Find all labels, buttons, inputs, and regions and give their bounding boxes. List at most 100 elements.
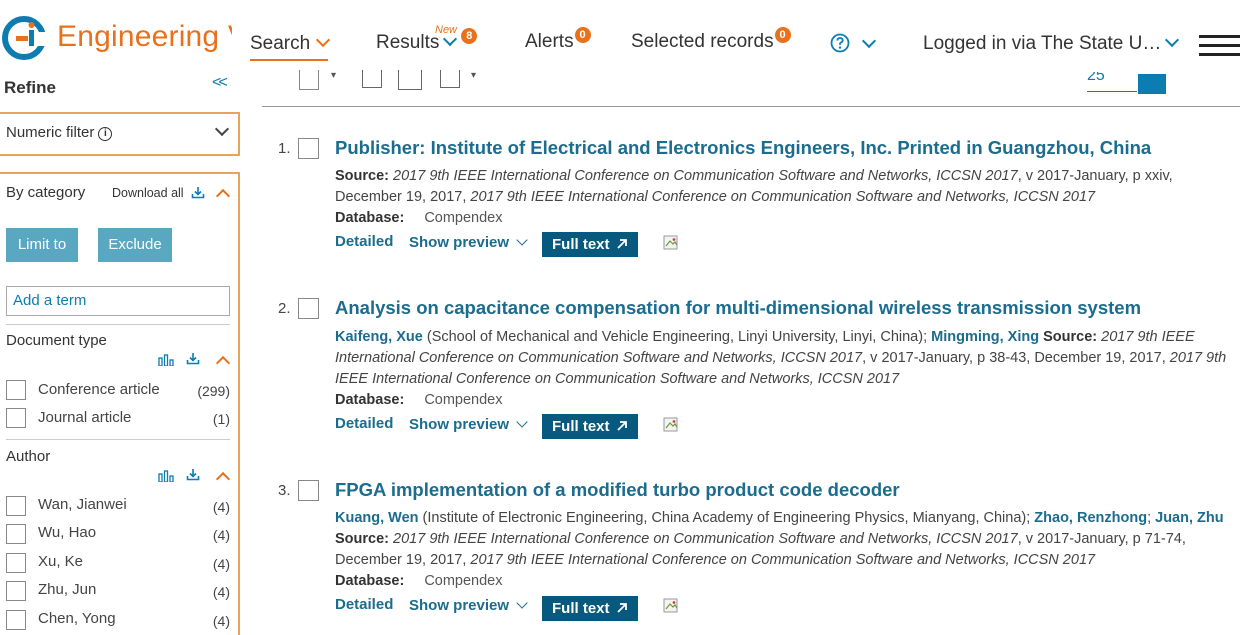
author-link[interactable]: Kuang, Wen <box>335 510 419 526</box>
database-line: Database: Compendex <box>335 392 503 408</box>
source-text: 2017 9th IEEE International Conference o… <box>393 531 1018 547</box>
facet-count: (4) <box>212 613 230 629</box>
facet-label: Xu, Ke <box>38 553 84 570</box>
broken-image-icon <box>663 417 678 432</box>
detailed-link[interactable]: Detailed <box>335 596 393 613</box>
results-badge: 8 <box>461 28 478 44</box>
author-link[interactable]: Juan, Zhu <box>1155 510 1223 526</box>
source-label: Source: <box>1043 329 1098 345</box>
email-icon[interactable] <box>362 70 382 88</box>
show-preview-link[interactable]: Show preview <box>409 234 528 251</box>
download-icon <box>191 187 205 199</box>
show-preview-link[interactable]: Show preview <box>409 597 528 614</box>
author-affiliation: (Institute of Electronic Engineering, Ch… <box>422 510 1031 526</box>
facet-count: (299) <box>197 383 230 399</box>
exclude-button[interactable]: Exclude <box>98 228 172 262</box>
author-link[interactable]: Kaifeng, Xue <box>335 329 423 345</box>
toolbar-divider <box>262 106 1240 107</box>
facet-count: (4) <box>212 499 230 515</box>
full-text-button[interactable]: Full text <box>542 596 638 621</box>
broken-image-icon <box>663 598 678 613</box>
facet-label: Journal article <box>38 409 132 426</box>
category-panel: By category Download all Limit to Exclud… <box>0 172 240 635</box>
journal-article-checkbox[interactable] <box>6 408 26 428</box>
caret-down-icon[interactable]: ▾ <box>331 70 336 90</box>
chevron-up-icon[interactable] <box>215 471 231 487</box>
result-checkbox[interactable] <box>298 298 319 319</box>
author-affiliation: (School of Mechanical and Vehicle Engine… <box>426 329 928 345</box>
author-link[interactable]: Zhao, Renzhong <box>1034 510 1147 526</box>
nav-alerts[interactable]: Alerts 0 <box>525 27 591 53</box>
database-line: Database: Compendex <box>335 573 503 589</box>
top-header: Engineering V Search New Results 8 Alerts… <box>0 0 1240 82</box>
author-checkbox[interactable] <box>6 610 26 630</box>
login-label: Logged in via The State U… <box>923 33 1162 54</box>
download-all-link[interactable]: Download all <box>112 186 205 200</box>
source-text: 2017 9th IEEE International Conference o… <box>393 168 1018 184</box>
selected-badge: 0 <box>774 27 791 43</box>
broken-image-icon <box>663 235 678 250</box>
add-term-input[interactable]: Add a term <box>6 286 230 316</box>
detailed-link[interactable]: Detailed <box>335 233 393 250</box>
result-checkbox[interactable] <box>298 480 319 501</box>
print-icon[interactable] <box>398 70 422 90</box>
result-title[interactable]: Publisher: Institute of Electrical and E… <box>335 137 1151 159</box>
result-title[interactable]: Analysis on capacitance compensation for… <box>335 297 1141 319</box>
alerts-badge: 0 <box>574 27 591 43</box>
engineering-village-logo[interactable]: Engineering V <box>0 14 232 62</box>
caret-down-icon[interactable]: ▾ <box>471 70 476 90</box>
author-link[interactable]: Mingming, Xing <box>931 329 1039 345</box>
info-icon[interactable]: i <box>98 127 113 141</box>
chevron-up-icon[interactable] <box>215 188 231 204</box>
help-icon <box>830 33 850 53</box>
collapse-sidebar-icon[interactable]: << <box>212 74 228 92</box>
chevron-down-icon <box>316 32 331 48</box>
nav-search-label: Search <box>250 33 311 54</box>
chevron-down-icon <box>516 416 528 428</box>
conference-article-checkbox[interactable] <box>6 380 26 400</box>
author-checkbox[interactable] <box>6 581 26 601</box>
per-page-select[interactable]: 25 <box>1087 72 1137 92</box>
per-page-dropdown-button[interactable] <box>1138 74 1166 94</box>
facet-count: (4) <box>212 584 230 600</box>
chevron-up-icon[interactable] <box>215 355 231 371</box>
show-preview-link[interactable]: Show preview <box>409 416 528 433</box>
select-all-checkbox[interactable] <box>299 70 319 90</box>
limit-to-button[interactable]: Limit to <box>6 228 78 262</box>
source-label: Source: <box>335 168 389 184</box>
nav-help[interactable] <box>830 33 877 56</box>
author-checkbox[interactable] <box>6 496 26 516</box>
download-records-icon[interactable] <box>440 70 460 88</box>
nav-selected-records[interactable]: Selected records 0 <box>631 27 791 53</box>
nav-selected-label: Selected records <box>631 31 774 52</box>
detailed-link[interactable]: Detailed <box>335 415 393 432</box>
nav-login[interactable]: Logged in via The State U… <box>923 32 1180 55</box>
nav-results[interactable]: Results 8 <box>376 28 478 54</box>
author-checkbox[interactable] <box>6 524 26 544</box>
document-type-heading: Document type <box>6 332 107 349</box>
nav-search[interactable]: Search <box>250 32 331 61</box>
result-title[interactable]: FPGA implementation of a modified turbo … <box>335 479 900 501</box>
database-line: Database: Compendex <box>335 210 503 226</box>
divider <box>6 439 230 440</box>
download-icon[interactable] <box>186 352 200 365</box>
result-checkbox[interactable] <box>298 138 319 159</box>
author-checkbox[interactable] <box>6 553 26 573</box>
result-number: 2. <box>278 300 291 317</box>
bar-chart-icon[interactable] <box>158 470 174 482</box>
nav-results-label: Results <box>376 32 440 53</box>
bar-chart-icon[interactable] <box>158 354 174 366</box>
facet-label: Chen, Yong <box>38 610 116 627</box>
external-link-icon <box>617 421 627 431</box>
numeric-filter-panel[interactable]: Numeric filter i <box>0 112 240 156</box>
source-tail: 2017 9th IEEE International Conference o… <box>470 552 1096 568</box>
full-text-button[interactable]: Full text <box>542 232 638 257</box>
facet-count: (4) <box>212 556 230 572</box>
external-link-icon <box>617 603 627 613</box>
full-text-button[interactable]: Full text <box>542 414 638 439</box>
author-heading: Author <box>6 448 51 465</box>
download-icon[interactable] <box>186 468 200 481</box>
facet-count: (1) <box>212 411 230 427</box>
chevron-down-icon <box>516 597 528 609</box>
menu-hamburger-icon[interactable] <box>1199 35 1240 57</box>
